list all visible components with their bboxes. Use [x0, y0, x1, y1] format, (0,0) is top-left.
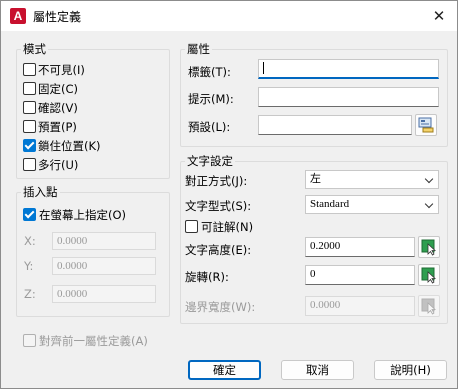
annotative-label: 可註解(N) [201, 220, 254, 234]
title-bar: A 屬性定義 ✕ [1, 1, 457, 31]
boundary-width-field[interactable]: 0.0000 [305, 296, 415, 316]
pick-point-icon [421, 267, 437, 284]
x-label: X: [24, 234, 36, 248]
rotation-field[interactable]: 0 [305, 265, 415, 285]
mode-option-checkbox[interactable] [23, 120, 36, 133]
z-label: Z: [24, 287, 36, 301]
mode-option-label: 不可見(I) [38, 63, 85, 77]
mode-option-label: 確認(V) [38, 101, 78, 115]
prompt-label: 提示(M): [188, 92, 234, 106]
specify-on-screen-label: 在螢幕上指定(O) [39, 208, 127, 222]
pick-point-icon [421, 239, 437, 256]
mode-option-checkbox[interactable] [23, 63, 36, 76]
justification-select[interactable]: 左 [305, 170, 439, 189]
tag-label: 標籤(T): [188, 65, 231, 79]
insert-field-icon [418, 117, 434, 133]
tag-field[interactable] [258, 59, 439, 79]
default-field[interactable] [258, 115, 412, 135]
mode-option-checkbox[interactable] [23, 101, 36, 114]
pick-boundary-width-button[interactable] [418, 295, 440, 317]
autocad-app-icon: A [10, 8, 26, 24]
pick-rotation-button[interactable] [418, 264, 440, 286]
text-style-select[interactable]: Standard [305, 195, 439, 214]
text-caret [263, 62, 264, 74]
justification-label: 對正方式(J): [185, 174, 248, 188]
mode-option-checkbox[interactable] [23, 82, 36, 95]
mode-option-checkbox[interactable] [23, 158, 36, 171]
text-height-label: 文字高度(E): [185, 243, 252, 257]
mode-option-label: 鎖住位置(K) [38, 139, 101, 153]
specify-on-screen-checkbox[interactable] [23, 208, 36, 221]
boundary-width-label: 邊界寬度(W): [185, 300, 256, 314]
y-field[interactable]: 0.0000 [52, 257, 156, 275]
x-field[interactable]: 0.0000 [52, 232, 156, 250]
pick-text-height-button[interactable] [418, 236, 440, 258]
z-field[interactable]: 0.0000 [52, 285, 156, 303]
align-below-checkbox[interactable] [23, 334, 36, 347]
ok-button[interactable]: 確定 [188, 360, 261, 380]
cancel-button[interactable]: 取消 [281, 360, 354, 380]
y-label: Y: [24, 259, 34, 273]
chevron-down-icon [424, 174, 434, 184]
rotation-label: 旋轉(R): [185, 270, 229, 284]
window-title: 屬性定義 [33, 10, 82, 24]
text-height-field[interactable]: 0.2000 [305, 237, 415, 257]
text-settings-legend: 文字設定 [187, 154, 233, 168]
mode-option-label: 固定(C) [38, 82, 79, 96]
default-label: 預設(L): [188, 120, 231, 134]
insertion-legend: 插入點 [23, 185, 58, 199]
mode-option-checkbox[interactable] [23, 139, 36, 152]
mode-legend: 模式 [23, 42, 46, 56]
pick-point-icon [421, 298, 437, 315]
align-below-label: 對齊前一屬性定義(A) [39, 334, 148, 348]
mode-option-label: 多行(U) [38, 158, 79, 172]
mode-option-label: 預置(P) [38, 120, 77, 134]
text-style-label: 文字型式(S): [185, 199, 252, 213]
close-icon[interactable]: ✕ [427, 4, 451, 28]
annotative-checkbox[interactable] [185, 220, 198, 233]
attribute-definition-dialog: A 屬性定義 ✕ 模式 不可見(I) 固定(C) 確認(V) 預置(P) 鎖住位置(K)… [0, 0, 458, 389]
chevron-down-icon [424, 199, 434, 209]
attribute-legend: 屬性 [187, 42, 210, 56]
help-button[interactable]: 說明(H) [374, 360, 447, 380]
prompt-field[interactable] [258, 87, 439, 107]
insert-field-button[interactable] [415, 114, 437, 136]
